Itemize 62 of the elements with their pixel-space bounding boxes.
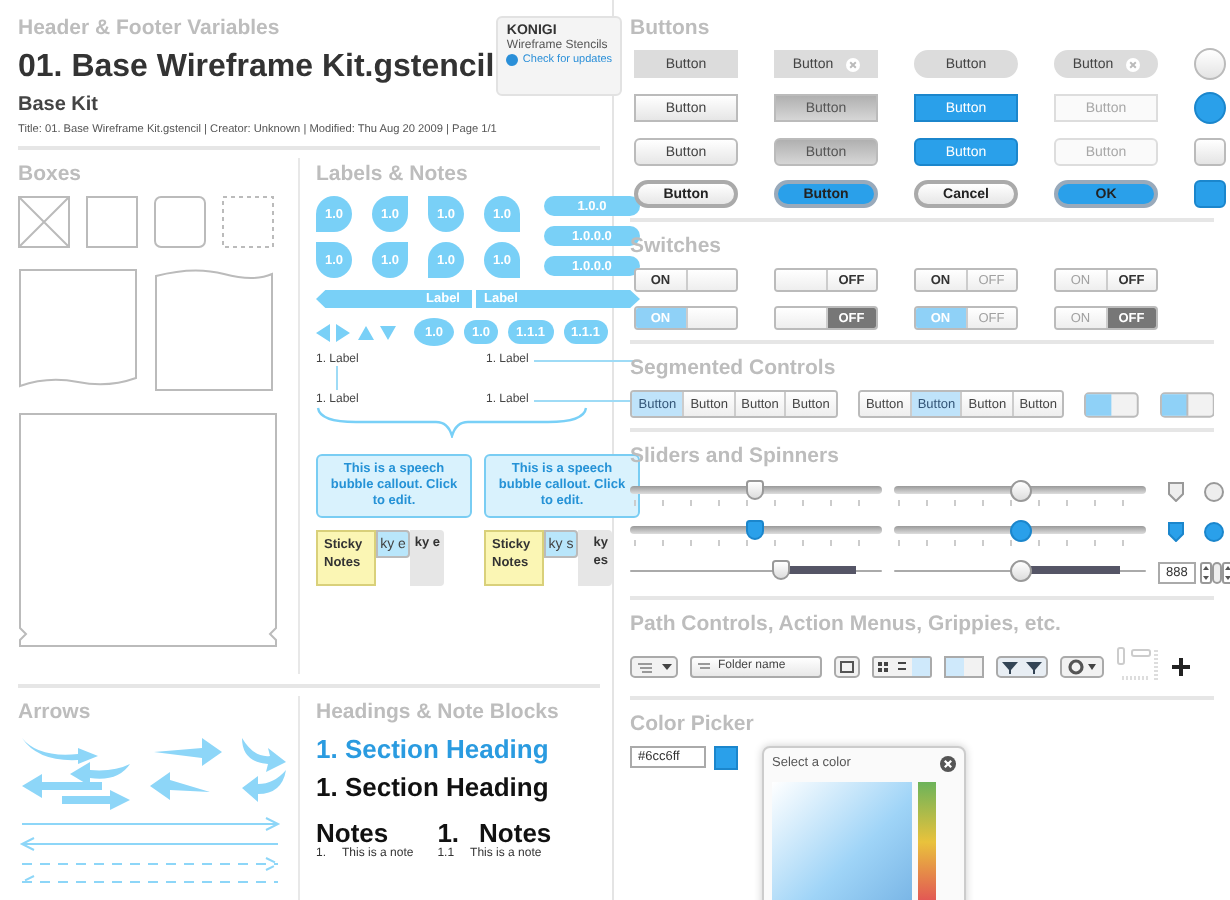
square-box bbox=[86, 196, 138, 248]
slider-thumb[interactable] bbox=[746, 480, 764, 500]
slider-thumb[interactable] bbox=[771, 560, 790, 580]
color-swatch[interactable] bbox=[714, 746, 738, 770]
square-button[interactable] bbox=[1194, 180, 1226, 208]
slider[interactable] bbox=[894, 518, 1146, 546]
wavy-panel bbox=[18, 268, 138, 392]
section-title: Boxes bbox=[18, 162, 84, 186]
round-thumb-icon bbox=[1203, 522, 1224, 542]
section-title: Headings & Note Blocks bbox=[316, 700, 561, 724]
document-subtitle: Base Kit bbox=[18, 94, 101, 116]
round-button[interactable] bbox=[1194, 48, 1226, 80]
section-title: Arrows bbox=[18, 700, 93, 724]
image-placeholder bbox=[18, 196, 70, 248]
section-title: Switches bbox=[630, 234, 724, 258]
folder-button[interactable] bbox=[834, 655, 860, 677]
section-title: Segmented Controls bbox=[630, 356, 838, 380]
section-title: Buttons bbox=[630, 16, 712, 40]
slider[interactable] bbox=[894, 558, 1146, 586]
square-button[interactable] bbox=[1194, 138, 1226, 166]
slider[interactable] bbox=[894, 478, 1146, 506]
info-icon bbox=[506, 54, 519, 66]
note-number: 1. bbox=[437, 818, 460, 848]
close-icon[interactable] bbox=[940, 756, 956, 772]
section-title: Color Picker bbox=[630, 712, 756, 736]
color-area[interactable] bbox=[772, 782, 912, 900]
section-title: Labels & Notes bbox=[316, 162, 470, 186]
section-title: Sliders and Spinners bbox=[630, 444, 841, 468]
move-icon[interactable] bbox=[1172, 657, 1190, 675]
slider-thumb[interactable] bbox=[1010, 560, 1032, 582]
slider-thumb[interactable] bbox=[746, 520, 764, 540]
popup-button[interactable] bbox=[630, 655, 678, 677]
segmented-control[interactable] bbox=[1084, 391, 1140, 417]
view-switcher[interactable] bbox=[944, 655, 984, 677]
section-heading: 1. Section Heading bbox=[316, 734, 551, 764]
leader-line bbox=[336, 366, 338, 390]
section-heading: 1. Section Heading bbox=[316, 772, 551, 802]
note-title: Notes bbox=[479, 818, 552, 848]
stepper-icon[interactable] bbox=[1199, 561, 1212, 583]
stepper-icon[interactable] bbox=[1221, 561, 1230, 583]
wavy-panel bbox=[154, 268, 274, 392]
section-title: Path Controls, Action Menus, Grippies, etc. bbox=[630, 612, 1063, 636]
round-thumb-icon bbox=[1203, 482, 1224, 502]
note-title: Notes bbox=[316, 818, 389, 848]
segmented-control[interactable] bbox=[1159, 391, 1214, 417]
rounded-box bbox=[154, 196, 206, 248]
round-button[interactable] bbox=[1194, 92, 1226, 124]
dashed-box bbox=[222, 196, 274, 248]
slider-thumb[interactable] bbox=[1010, 480, 1032, 502]
slider-thumb[interactable] bbox=[1010, 520, 1032, 542]
section-title: Header & Footer Variables bbox=[18, 16, 282, 40]
document-title: 01. Base Wireframe Kit.gstencil bbox=[18, 50, 497, 86]
list-icon bbox=[698, 661, 712, 671]
vertical-thumb-icon bbox=[1211, 561, 1222, 583]
view-switcher[interactable] bbox=[872, 655, 932, 677]
filter-icon[interactable] bbox=[996, 655, 1048, 677]
hue-strip[interactable] bbox=[918, 782, 936, 900]
slider[interactable] bbox=[630, 478, 882, 506]
grippy-drawing bbox=[1116, 646, 1160, 686]
close-icon bbox=[1125, 57, 1140, 71]
close-icon bbox=[845, 57, 860, 71]
slider[interactable] bbox=[630, 518, 882, 546]
